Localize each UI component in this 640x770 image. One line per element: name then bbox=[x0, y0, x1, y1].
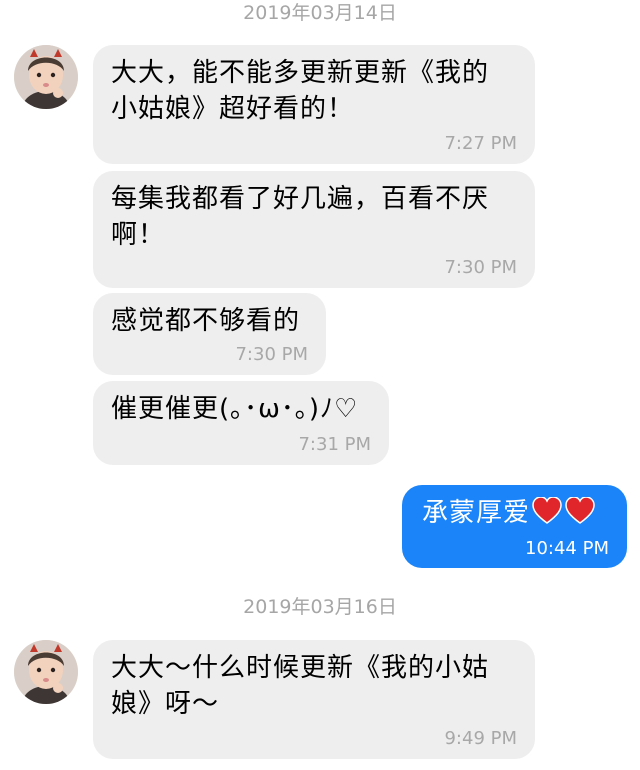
message-bubble[interactable]: 大大～什么时候更新《我的小姑 娘》呀～ 9:49 PM bbox=[93, 640, 535, 759]
child-avatar-icon bbox=[14, 45, 78, 109]
message-timestamp: 7:30 PM bbox=[235, 344, 308, 365]
contact-avatar[interactable] bbox=[14, 640, 78, 704]
message-bubble[interactable]: 大大，能不能多更新更新《我的 小姑娘》超好看的！ 7:27 PM bbox=[93, 45, 535, 164]
message-text: 催更催更(｡･ω･｡)ﾉ♡ bbox=[111, 394, 359, 424]
message-timestamp: 7:27 PM bbox=[444, 133, 517, 154]
heart-icon bbox=[532, 496, 596, 535]
message-text: 承蒙厚爱 bbox=[422, 495, 596, 535]
message-bubble[interactable]: 每集我都看了好几遍，百看不厌 啊！ 7:30 PM bbox=[93, 171, 535, 288]
message-text: 感觉都不够看的 bbox=[111, 306, 301, 336]
date-header: 2019年03月14日 bbox=[243, 2, 397, 24]
message-text: 大大～什么时候更新《我的小姑 娘》呀～ bbox=[111, 653, 490, 719]
message-timestamp: 9:49 PM bbox=[444, 728, 517, 749]
message-bubble[interactable]: 感觉都不够看的 7:30 PM bbox=[93, 293, 326, 375]
message-bubble-outgoing[interactable]: 承蒙厚爱 10:44 PM bbox=[402, 485, 627, 568]
message-text: 每集我都看了好几遍，百看不厌 啊！ bbox=[111, 184, 490, 250]
message-text: 大大，能不能多更新更新《我的 小姑娘》超好看的！ bbox=[111, 58, 490, 124]
message-timestamp: 7:31 PM bbox=[298, 434, 371, 455]
contact-avatar[interactable] bbox=[14, 45, 78, 109]
date-header: 2019年03月16日 bbox=[243, 596, 397, 618]
message-timestamp: 7:30 PM bbox=[444, 257, 517, 278]
message-timestamp: 10:44 PM bbox=[525, 538, 609, 559]
message-bubble[interactable]: 催更催更(｡･ω･｡)ﾉ♡ 7:31 PM bbox=[93, 381, 389, 465]
child-avatar-icon bbox=[14, 640, 78, 704]
